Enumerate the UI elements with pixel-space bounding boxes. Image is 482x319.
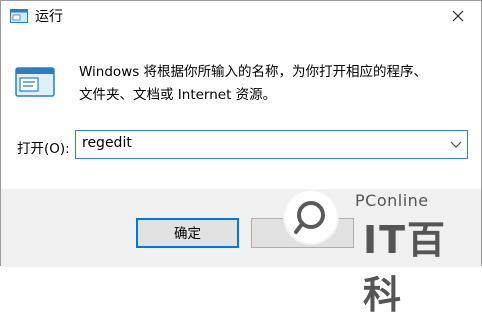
watermark: PConline IT百科 [273, 183, 479, 317]
description-line-1: Windows 将根据你所输入的名称，为你打开相应的程序、 [79, 64, 428, 80]
chevron-down-icon[interactable] [449, 137, 463, 151]
watermark-big-text: IT百科 [363, 218, 448, 317]
watermark-small-text: PConline [355, 191, 429, 210]
description-text: Windows 将根据你所输入的名称，为你打开相应的程序、 文件夹、文档或 In… [79, 61, 469, 107]
open-input[interactable]: regedit [82, 135, 132, 151]
search-icon [294, 201, 325, 234]
run-icon [15, 67, 55, 97]
close-icon [452, 10, 464, 22]
open-label: 打开(O): [17, 141, 70, 157]
ok-button[interactable]: 确定 [136, 218, 239, 248]
open-combobox[interactable]: regedit [75, 130, 468, 159]
close-button[interactable] [435, 1, 481, 31]
run-dialog: 运行 Windows 将根据你所输入的名称，为你打开相应的程序、 文件夹、文档或… [0, 0, 482, 317]
description-line-2: 文件夹、文档或 Internet 资源。 [79, 87, 277, 103]
run-app-icon [10, 9, 28, 23]
window-title: 运行 [35, 9, 63, 25]
title-bar[interactable]: 运行 [1, 1, 481, 31]
watermark-logo [283, 189, 339, 245]
